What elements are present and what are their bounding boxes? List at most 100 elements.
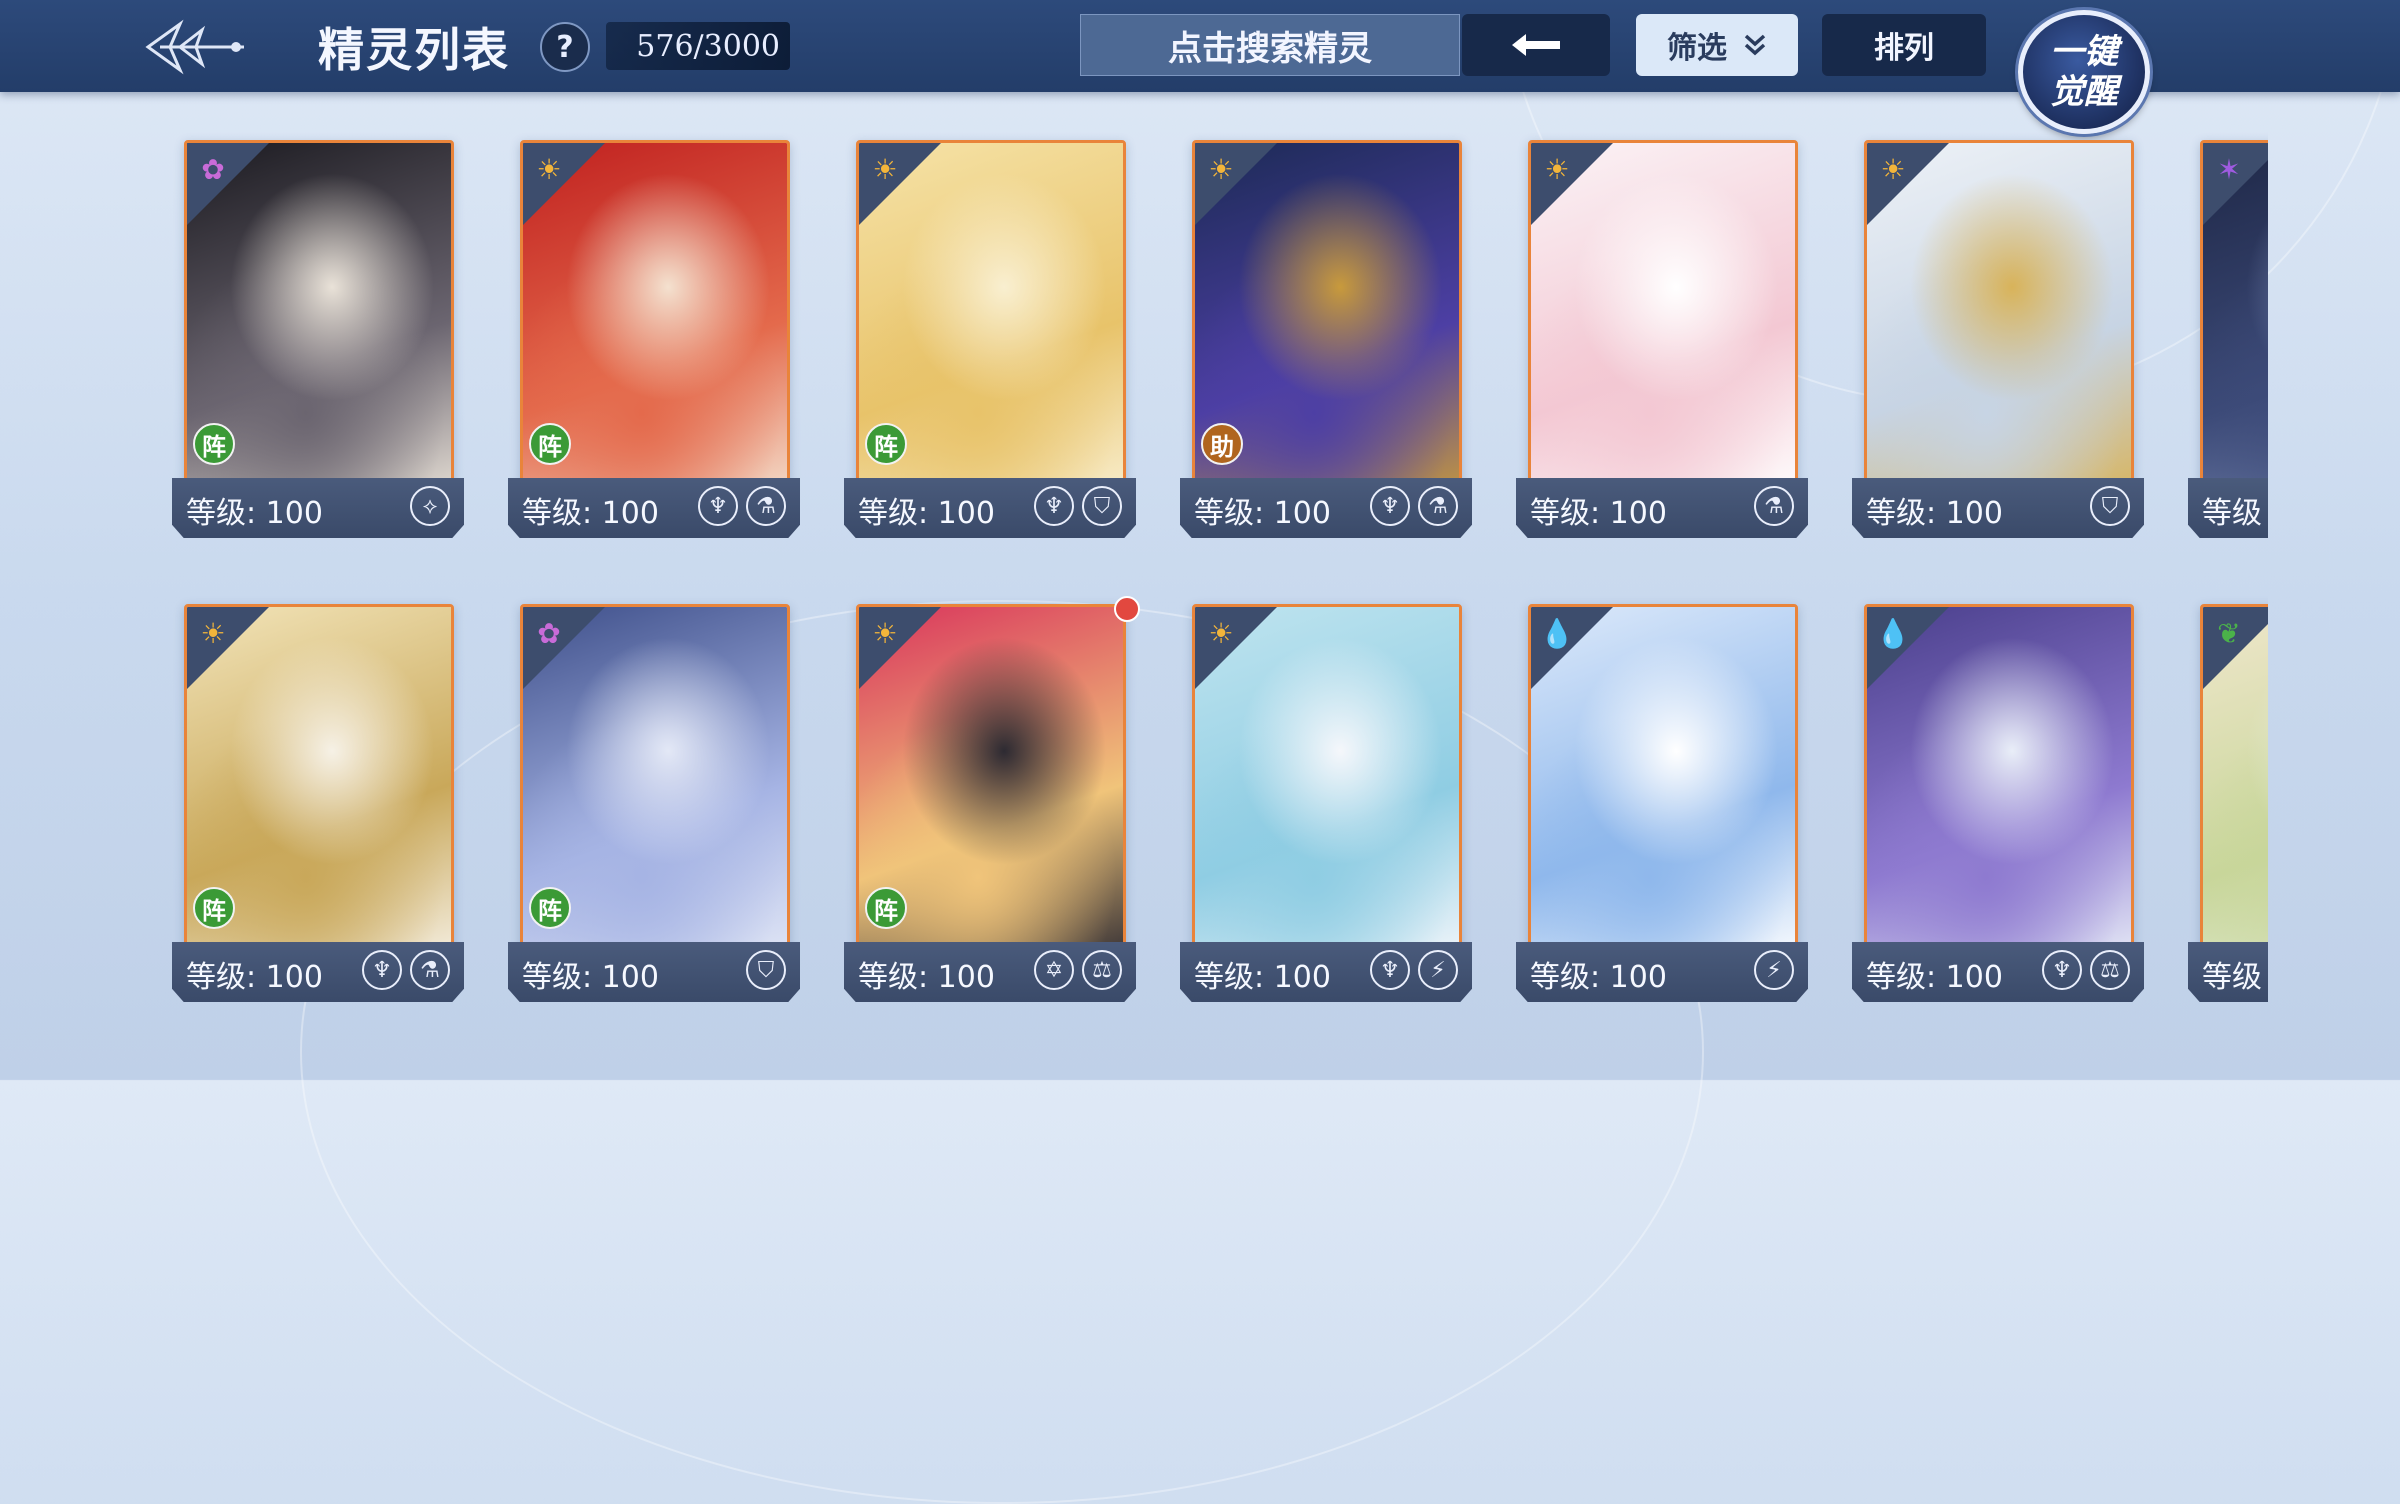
spirit-portrait-frame: ☀ (1864, 140, 2134, 506)
role-badge: 阵 (193, 423, 235, 465)
spirit-card[interactable]: ☀ 助等级: 100 ♆ ⚗ (1180, 140, 1480, 550)
skill-emblem-icon: ⟡ (410, 486, 450, 526)
level-bar: 等级: 100 ✡ ⚖ (844, 942, 1136, 1002)
skill-icons: ♆ ⚖ (2042, 950, 2130, 990)
spirit-portrait-frame: 💧 (1528, 604, 1798, 970)
spirit-portrait-frame: ✿ 阵 (520, 604, 790, 970)
spirit-portrait-frame: ❦ (2200, 604, 2268, 970)
flower-element-icon: ✿ (537, 616, 561, 650)
spirit-card[interactable]: ☀ 阵等级: 100 ♆ ⛉ (844, 140, 1144, 550)
sun-element-icon: ☀ (1544, 152, 1570, 186)
role-badge: 阵 (529, 423, 571, 465)
spirit-card[interactable]: 💧 等级: 100 ♆ ⚖ (1852, 604, 2152, 1014)
sun-element-icon: ☀ (1880, 152, 1906, 186)
skill-emblem-icon: ⚗ (1754, 486, 1794, 526)
level-bar: 等级 (2188, 942, 2268, 1002)
level-label: 等级: 100 (1194, 960, 1331, 995)
skill-icons: ♆ ⚗ (698, 486, 786, 526)
spirit-portrait-frame: 💧 (1864, 604, 2134, 970)
skill-emblem-icon: ⚖ (1082, 950, 1122, 990)
level-label: 等级: 100 (186, 960, 323, 995)
skill-icons: ⟡ (410, 486, 450, 526)
level-bar: 等级 (2188, 478, 2268, 538)
level-label: 等级: 100 (858, 960, 995, 995)
skill-icons: ✡ ⚖ (1034, 950, 1122, 990)
skill-emblem-icon: ♆ (1370, 950, 1410, 990)
skill-emblem-icon: ♆ (1034, 486, 1074, 526)
spirit-portrait-frame: ☀ 阵 (856, 604, 1126, 970)
skill-emblem-icon: ⛉ (2090, 486, 2130, 526)
spirit-card[interactable]: 💧 等级: 100 ⚡ (1516, 604, 1816, 1014)
role-badge: 阵 (865, 887, 907, 929)
skill-icons: ⛉ (746, 950, 786, 990)
water-element-icon: 💧 (1875, 616, 1911, 650)
level-bar: 等级: 100 ♆ ⚗ (172, 942, 464, 1002)
level-label: 等级: 100 (186, 496, 323, 531)
spirit-portrait-frame: ☀ 阵 (184, 604, 454, 970)
level-label: 等级: 100 (1866, 960, 2003, 995)
level-label: 等级: 100 (1530, 960, 1667, 995)
skill-icons: ♆ ⛉ (1034, 486, 1122, 526)
spirit-card[interactable]: ✿ 阵等级: 100 ⟡ (172, 140, 472, 550)
spirit-card[interactable]: ☀ 等级: 100 ♆ ⚡ (1180, 604, 1480, 1014)
spirit-card[interactable]: ☀ 阵等级: 100 ♆ ⚗ (172, 604, 472, 1014)
sun-element-icon: ☀ (872, 152, 898, 186)
spirit-card[interactable]: ❦ 等级 (2188, 604, 2268, 1014)
level-bar: 等级: 100 ♆ ⚡ (1180, 942, 1472, 1002)
role-badge: 助 (1201, 423, 1243, 465)
level-bar: 等级: 100 ⟡ (172, 478, 464, 538)
spirit-card[interactable]: ☀ 阵等级: 100 ✡ ⚖ (844, 596, 1144, 1014)
level-label: 等级: 100 (858, 496, 995, 531)
spirit-element-icon: ✶ (2217, 152, 2241, 186)
spirit-card[interactable]: ☀ 等级: 100 ⚗ (1516, 140, 1816, 550)
skill-emblem-icon: ⚡ (1418, 950, 1458, 990)
level-label: 等级: 100 (1530, 496, 1667, 531)
grass-element-icon: ❦ (2217, 616, 2241, 650)
skill-icons: ♆ ⚡ (1370, 950, 1458, 990)
level-label: 等级: 100 (1866, 496, 2003, 531)
spirit-portrait-frame: ✿ 阵 (184, 140, 454, 506)
level-label: 等级 (2202, 496, 2262, 531)
level-label: 等级: 100 (522, 496, 659, 531)
level-bar: 等级: 100 ⛉ (1852, 478, 2144, 538)
level-label: 等级: 100 (1194, 496, 1331, 531)
level-bar: 等级: 100 ⛉ (508, 942, 800, 1002)
level-bar: 等级: 100 ♆ ⚖ (1852, 942, 2144, 1002)
spirit-portrait-frame: ☀ 阵 (856, 140, 1126, 506)
notification-dot (1114, 596, 1140, 622)
skill-emblem-icon: ♆ (1370, 486, 1410, 526)
role-badge: 阵 (865, 423, 907, 465)
skill-icons: ♆ ⚗ (1370, 486, 1458, 526)
spirit-card[interactable]: ✿ 阵等级: 100 ⛉ (508, 604, 808, 1014)
level-bar: 等级: 100 ♆ ⚗ (508, 478, 800, 538)
sun-element-icon: ☀ (872, 616, 898, 650)
skill-emblem-icon: ⛉ (746, 950, 786, 990)
role-badge: 阵 (529, 887, 571, 929)
spirit-portrait-frame: ☀ 阵 (520, 140, 790, 506)
skill-emblem-icon: ⚖ (2090, 950, 2130, 990)
level-label: 等级 (2202, 960, 2262, 995)
skill-emblem-icon: ♆ (698, 486, 738, 526)
spirit-portrait-frame: ☀ 助 (1192, 140, 1462, 506)
level-bar: 等级: 100 ⚡ (1516, 942, 1808, 1002)
skill-icons: ⚗ (1754, 486, 1794, 526)
skill-emblem-icon: ⚗ (746, 486, 786, 526)
water-element-icon: 💧 (1539, 616, 1575, 650)
skill-emblem-icon: ⚗ (1418, 486, 1458, 526)
level-bar: 等级: 100 ♆ ⛉ (844, 478, 1136, 538)
flower-element-icon: ✿ (201, 152, 225, 186)
spirit-card[interactable]: ☀ 阵等级: 100 ♆ ⚗ (508, 140, 808, 550)
level-bar: 等级: 100 ⚗ (1516, 478, 1808, 538)
skill-icons: ⛉ (2090, 486, 2130, 526)
skill-emblem-icon: ⚗ (410, 950, 450, 990)
skill-icons: ⚡ (1754, 950, 1794, 990)
spirit-card[interactable]: ✶ 等级 (2188, 140, 2268, 550)
spirit-card[interactable]: ☀ 等级: 100 ⛉ (1852, 140, 2152, 550)
skill-emblem-icon: ♆ (362, 950, 402, 990)
sun-element-icon: ☀ (536, 152, 562, 186)
role-badge: 阵 (193, 887, 235, 929)
skill-emblem-icon: ✡ (1034, 950, 1074, 990)
sun-element-icon: ☀ (1208, 152, 1234, 186)
skill-emblem-icon: ⛉ (1082, 486, 1122, 526)
sun-element-icon: ☀ (1208, 616, 1234, 650)
